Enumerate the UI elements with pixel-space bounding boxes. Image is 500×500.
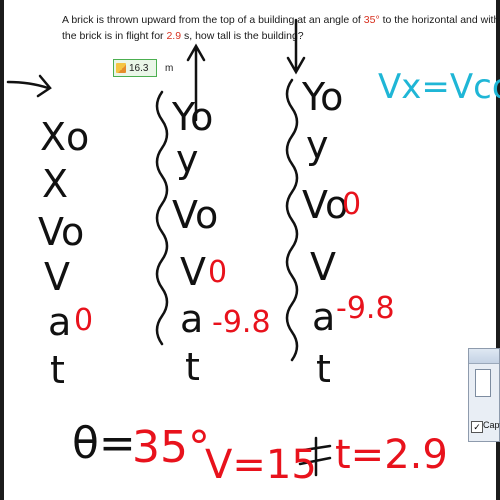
capture-dialog: ✓ Captu [468,348,500,442]
col1-xo: Xo [40,115,89,159]
col1-v: V [44,255,70,299]
col3-t: t [316,347,331,391]
arrow-down-icon [286,18,306,75]
col3-y: y [306,123,329,167]
capture-label: Captu [483,420,500,430]
capture-button[interactable] [475,369,491,397]
theta-value: 35° [132,422,210,473]
col2-y: y [176,137,199,181]
wavy-brace-2 [155,90,169,346]
time-note: t=2.9 [335,432,448,478]
col1-vo: Vo [38,210,84,254]
col2-a: a [180,297,203,341]
col1-a: a [48,300,71,344]
col3-vo-value: 0 [342,187,361,222]
col3-v: V [310,245,336,289]
col3-yo: Yo [301,75,343,119]
handwritten-notes: Xo X Vo V a t Yo y Vo V a t Yo y Vo V a … [6,18,500,488]
col2-vo: Vo [172,193,218,237]
arrow-left-icon [6,74,52,98]
col3-a-value: -9.8 [336,291,395,326]
col2-v-value: 0 [208,255,227,290]
col2-v: V [180,250,206,294]
wavy-brace-3 [285,78,299,362]
col2-t: t [185,345,200,389]
col1-a-value: 0 [74,303,93,338]
col1-x: X [42,162,68,206]
vx-formula: Vx=Vcosθ [378,67,500,107]
theta-label: θ= [72,418,136,469]
col2-yo: Yo [171,95,213,139]
col2-a-value: -9.8 [212,305,271,340]
dialog-titlebar[interactable] [469,349,499,364]
col3-a: a [312,295,335,339]
capture-checkbox[interactable]: ✓ [471,421,483,433]
velocity-value: V=15 [205,442,317,488]
col1-t: t [50,348,65,392]
